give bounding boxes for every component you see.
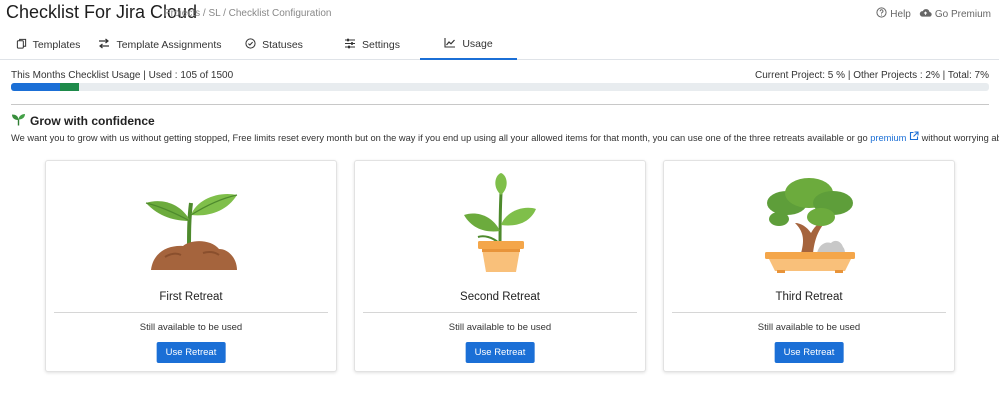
sprout-icon xyxy=(11,113,26,129)
current-project-usage-bar xyxy=(11,83,60,91)
retreat-card-title: First Retreat xyxy=(159,291,223,303)
sliders-icon xyxy=(344,38,356,52)
section-description: We want you to grow with us without gett… xyxy=(11,131,999,143)
retreat-card-second: Second Retreat Still available to be use… xyxy=(354,160,646,372)
check-circle-icon xyxy=(245,38,256,52)
retreat-card-title: Second Retreat xyxy=(460,291,540,303)
go-premium-label: Go Premium xyxy=(934,8,991,20)
tab-statuses-label: Statuses xyxy=(262,39,303,51)
header-actions: Help Go Premium xyxy=(876,7,991,21)
premium-link-label: premium xyxy=(870,133,907,143)
section-divider xyxy=(11,104,989,105)
tab-templates-label: Templates xyxy=(32,39,81,51)
go-premium-link[interactable]: Go Premium xyxy=(919,7,991,21)
retreat-card-first: First Retreat Still available to be used… xyxy=(45,160,337,372)
section-title-text: Grow with confidence xyxy=(30,114,155,128)
retreat-status: Still available to be used xyxy=(448,322,552,333)
copy-icon xyxy=(16,38,27,52)
retreat-status: Still available to be used xyxy=(757,322,861,333)
bonsai-tree-icon xyxy=(664,173,954,285)
other-projects-usage-bar xyxy=(59,83,80,91)
section-title: Grow with confidence xyxy=(11,113,155,129)
header: Checklist For Jira Cloud Projects / SL /… xyxy=(0,0,999,30)
card-separator xyxy=(672,312,946,313)
retreat-card-third: Third Retreat Still available to be used… xyxy=(663,160,955,372)
help-label: Help xyxy=(890,8,911,20)
usage-progress-bar xyxy=(11,83,989,91)
tab-statuses[interactable]: Statuses xyxy=(224,30,324,60)
cloud-upload-icon xyxy=(919,7,932,21)
use-retreat-button-third[interactable]: Use Retreat xyxy=(774,342,844,363)
help-icon xyxy=(876,7,887,21)
sprout-in-soil-icon xyxy=(46,173,336,285)
tab-template-assignments-label: Template Assignments xyxy=(116,39,222,51)
tab-settings[interactable]: Settings xyxy=(324,30,420,60)
swap-arrows-icon xyxy=(98,38,110,52)
retreat-card-title: Third Retreat xyxy=(775,291,843,303)
section-description-end-text: without worrying about limits. xyxy=(921,133,999,143)
tab-usage[interactable]: Usage xyxy=(420,30,517,60)
help-link[interactable]: Help xyxy=(876,7,911,21)
tab-bar: Templates Template Assignments Statuses … xyxy=(0,30,999,60)
plant-in-pot-icon xyxy=(355,173,645,285)
use-retreat-button-second[interactable]: Use Retreat xyxy=(465,342,535,363)
use-retreat-button-first[interactable]: Use Retreat xyxy=(156,342,226,363)
tab-settings-label: Settings xyxy=(362,39,400,51)
premium-link[interactable]: premium xyxy=(870,131,919,143)
card-separator xyxy=(54,312,328,313)
breadcrumb[interactable]: Projects / SL / Checklist Configuration xyxy=(164,8,331,19)
tab-templates[interactable]: Templates xyxy=(0,30,96,60)
section-description-text: We want you to grow with us without gett… xyxy=(11,133,868,143)
retreat-status: Still available to be used xyxy=(139,322,243,333)
tab-usage-label: Usage xyxy=(462,38,493,50)
tab-template-assignments[interactable]: Template Assignments xyxy=(96,30,224,60)
external-link-icon xyxy=(909,131,919,143)
usage-breakdown-text: Current Project: 5 % | Other Projects : … xyxy=(755,70,989,81)
card-separator xyxy=(363,312,637,313)
chart-line-icon xyxy=(444,37,456,51)
monthly-usage-text: This Months Checklist Usage | Used : 105… xyxy=(11,70,234,81)
